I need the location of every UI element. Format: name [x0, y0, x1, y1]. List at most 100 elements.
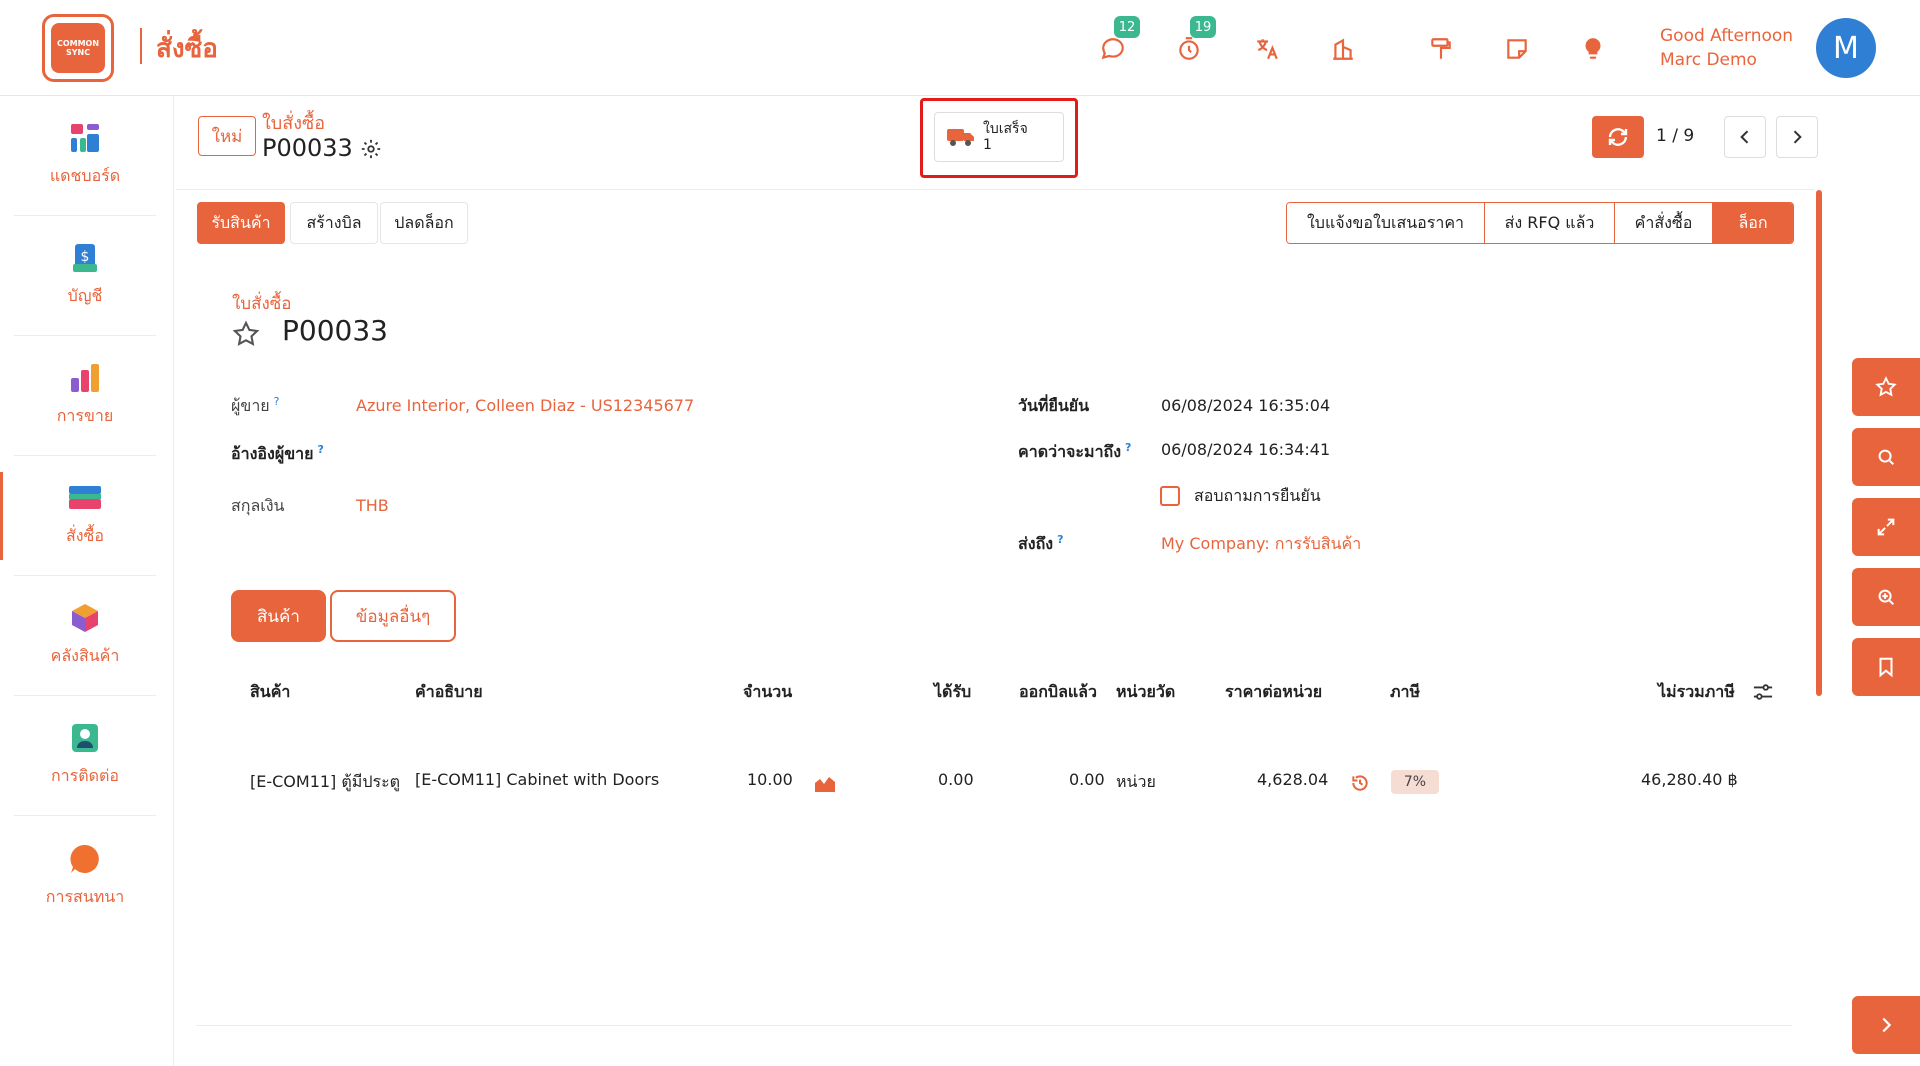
sidebar-label: การสนทนา [45, 886, 125, 906]
column-header-taxes[interactable]: ภาษี [1390, 680, 1420, 705]
status-step-rfq-sent[interactable]: ส่ง RFQ แล้ว [1485, 203, 1615, 243]
greeting: Good Afternoon Marc Demo [1660, 24, 1793, 72]
language-icon[interactable] [1252, 34, 1282, 64]
confirmation-date-field[interactable]: 06/08/2024 16:35:04 [1161, 396, 1330, 415]
sidebar-label: การติดต่อ [50, 766, 120, 785]
document-type-label: ใบสั่งซื้อ [232, 294, 292, 314]
sales-icon [71, 364, 99, 392]
lightbulb-icon[interactable] [1578, 34, 1608, 64]
expand-icon [1877, 518, 1895, 536]
column-header-quantity[interactable]: จำนวน [743, 680, 792, 705]
tab-products[interactable]: สินค้า [231, 590, 326, 642]
unlock-button[interactable]: ปลดล็อก [380, 202, 468, 244]
company-building-icon[interactable] [1328, 34, 1358, 64]
sidebar-item-discuss[interactable]: การสนทนา [14, 816, 156, 936]
floating-bookmark-button[interactable] [1852, 638, 1920, 696]
line-description[interactable]: [E-COM11] Cabinet with Doors [415, 770, 659, 789]
status-step-rfq[interactable]: ใบแจ้งขอใบเสนอราคา [1287, 203, 1485, 243]
pager-value[interactable]: 1 / 9 [1656, 126, 1694, 146]
messages-icon[interactable]: 12 [1098, 16, 1140, 64]
gear-icon[interactable] [360, 138, 382, 160]
form-scrollbar[interactable] [1816, 190, 1822, 696]
floating-zoom-button[interactable] [1852, 568, 1920, 626]
create-bill-button[interactable]: สร้างบิล [290, 202, 378, 244]
paint-roller-icon[interactable] [1426, 34, 1456, 64]
expected-arrival-label-text: คาดว่าจะมาถึง [1018, 442, 1122, 461]
column-header-product[interactable]: สินค้า [250, 680, 290, 705]
purchase-icon [69, 486, 101, 509]
table-bottom-divider [196, 1025, 1792, 1026]
ask-confirmation-checkbox[interactable] [1160, 486, 1180, 506]
sidebar-item-accounting[interactable]: $ บัญชี [14, 216, 156, 336]
pager-next-button[interactable] [1776, 116, 1818, 158]
favorite-star-icon[interactable] [232, 320, 260, 348]
star-icon [1875, 376, 1897, 397]
user-name: Marc Demo [1660, 50, 1757, 70]
tab-other-info[interactable]: ข้อมูลอื่นๆ [330, 590, 456, 642]
status-step-locked[interactable]: ล็อก [1713, 203, 1793, 243]
zoom-in-icon [1878, 589, 1895, 606]
line-uom[interactable]: หน่วย [1116, 770, 1156, 795]
sticky-note-icon[interactable] [1502, 34, 1532, 64]
forecast-chart-icon[interactable] [814, 774, 836, 792]
vendor-reference-field[interactable] [356, 442, 916, 464]
tax-tag[interactable]: 7% [1391, 770, 1439, 794]
deliver-to-field[interactable]: My Company: การรับสินค้า [1161, 532, 1361, 557]
search-icon [1878, 449, 1895, 466]
column-header-received[interactable]: ได้รับ [934, 680, 971, 705]
bookmark-icon [1879, 657, 1893, 678]
refresh-button[interactable] [1592, 116, 1644, 158]
line-quantity[interactable]: 10.00 [747, 770, 793, 789]
help-tooltip-icon[interactable]: ? [318, 443, 324, 456]
new-button[interactable]: ใหม่ [198, 116, 256, 156]
receive-products-button[interactable]: รับสินค้า [197, 202, 285, 244]
top-navbar: COMMON SYNC สั่งซื้อ 12 19 Good Afternoo… [0, 0, 1920, 96]
sidebar-label: คลังสินค้า [50, 646, 120, 665]
app-logo[interactable]: COMMON SYNC [42, 14, 114, 82]
reset-price-icon[interactable] [1350, 773, 1370, 793]
currency-field[interactable]: THB [356, 496, 389, 515]
user-avatar[interactable]: M [1816, 18, 1876, 78]
vendor-reference-label-text: อ้างอิงผู้ขาย [231, 444, 314, 463]
help-tooltip-icon[interactable]: ? [1125, 441, 1131, 454]
optional-columns-icon[interactable] [1752, 682, 1774, 702]
breadcrumb-parent[interactable]: ใบสั่งซื้อ [262, 108, 325, 137]
floating-expand-button[interactable] [1852, 498, 1920, 556]
highlight-annotation [920, 98, 1078, 178]
sidebar-item-purchase[interactable]: สั่งซื้อ [14, 456, 156, 576]
sidebar-item-contacts[interactable]: การติดต่อ [14, 696, 156, 816]
vendor-field[interactable]: Azure Interior, Colleen Diaz - US1234567… [356, 396, 694, 415]
column-header-subtotal[interactable]: ไม่รวมภาษี [1658, 680, 1735, 705]
vendor-label-text: ผู้ขาย [231, 396, 270, 415]
pager-previous-button[interactable] [1724, 116, 1766, 158]
column-header-description[interactable]: คำอธิบาย [415, 680, 483, 705]
floating-search-button[interactable] [1852, 428, 1920, 486]
line-received[interactable]: 0.00 [938, 770, 974, 789]
logo-text: COMMON SYNC [51, 23, 105, 73]
help-tooltip-icon[interactable]: ? [1057, 533, 1063, 546]
refresh-icon [1608, 128, 1628, 146]
sidebar-item-dashboard[interactable]: แดชบอร์ด [14, 96, 156, 216]
column-header-billed[interactable]: ออกบิลแล้ว [1019, 680, 1097, 705]
sidebar-label: การขาย [56, 406, 114, 425]
floating-expand-panel-button[interactable] [1852, 996, 1920, 1054]
sidebar-item-sales[interactable]: การขาย [14, 336, 156, 456]
column-header-uom[interactable]: หน่วยวัด [1116, 680, 1175, 705]
sidebar-label: บัญชี [67, 286, 103, 305]
module-title[interactable]: สั่งซื้อ [156, 28, 218, 69]
line-product[interactable]: [E-COM11] ตู้มีประตู [250, 770, 400, 795]
sidebar-item-inventory[interactable]: คลังสินค้า [14, 576, 156, 696]
status-step-purchase-order[interactable]: คำสั่งซื้อ [1615, 203, 1713, 243]
expected-arrival-label: คาดว่าจะมาถึง? [1018, 440, 1131, 465]
contacts-icon [72, 724, 98, 752]
status-pipeline: ใบแจ้งขอใบเสนอราคา ส่ง RFQ แล้ว คำสั่งซื… [1286, 202, 1794, 244]
column-header-unit-price[interactable]: ราคาต่อหน่วย [1225, 680, 1322, 705]
dashboard-icon [71, 124, 99, 152]
floating-favorite-button[interactable] [1852, 358, 1920, 416]
help-tooltip-icon[interactable]: ? [274, 395, 280, 408]
activity-clock-icon[interactable]: 19 [1174, 16, 1216, 64]
expected-arrival-field[interactable]: 06/08/2024 16:34:41 [1161, 440, 1330, 459]
sidebar-active-indicator [0, 472, 3, 560]
sidebar-label: สั่งซื้อ [65, 526, 105, 545]
line-unit-price[interactable]: 4,628.04 [1257, 770, 1328, 789]
